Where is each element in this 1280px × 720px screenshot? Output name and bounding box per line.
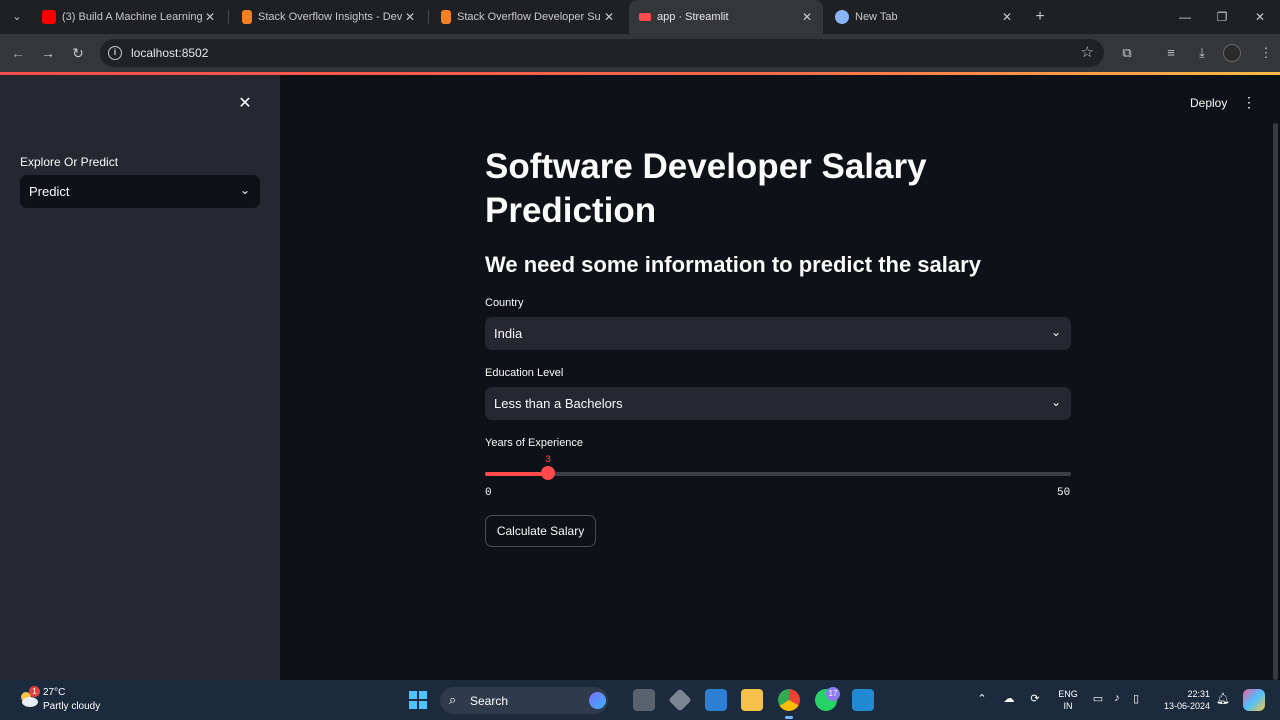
forward-arrow-icon[interactable]: → [38, 43, 58, 63]
window-close-icon[interactable]: ✕ [1241, 0, 1279, 34]
lang-line1: ENG [1058, 689, 1078, 699]
task-view-icon[interactable] [633, 689, 655, 711]
browser-tab-bar: ⌄ (3) Build A Machine Learning W ✕ Stack… [0, 0, 1280, 34]
experience-label: Years of Experience [485, 437, 584, 449]
language-indicator[interactable]: ENG IN [1058, 688, 1078, 712]
deploy-button[interactable]: Deploy [1190, 96, 1227, 110]
taskbar: 1 27°C Partly cloudy ⌕ Search 17 ⌃ ☁ ⟳ E… [0, 680, 1280, 720]
selected-value: India [494, 326, 523, 341]
sidebar: ✕ Explore Or Predict Predict ⌄ [0, 75, 280, 680]
chevron-down-icon: ⌄ [1050, 395, 1061, 409]
subheader: We need some information to predict the … [485, 252, 981, 277]
clock-time: 22:31 [1187, 689, 1210, 699]
copilot-icon[interactable] [589, 692, 606, 709]
tab-search-chevron-icon[interactable]: ⌄ [7, 7, 27, 27]
calculate-salary-button[interactable]: Calculate Salary [485, 515, 596, 547]
taskbar-search[interactable]: ⌕ Search [440, 687, 608, 714]
close-icon[interactable]: ✕ [799, 10, 815, 24]
main-content: Deploy ⋮ Software Developer Salary Predi… [280, 75, 1280, 680]
streamlit-icon [639, 13, 651, 21]
slider-thumb[interactable] [541, 466, 556, 480]
close-icon[interactable]: ✕ [402, 10, 418, 24]
maximize-icon[interactable]: ❐ [1203, 0, 1241, 34]
selected-value: Predict [29, 184, 70, 199]
close-icon[interactable]: ✕ [202, 10, 218, 24]
slider-fill [485, 472, 549, 476]
chevron-down-icon: ⌄ [1050, 325, 1061, 339]
volume-icon[interactable]: ♪ [1109, 692, 1125, 704]
tab-youtube[interactable]: (3) Build A Machine Learning W ✕ [32, 0, 226, 34]
clock[interactable]: 22:31 13-06-2024 [1158, 688, 1210, 712]
main-menu-icon[interactable]: ⋮ [1242, 94, 1256, 111]
selected-value: Less than a Bachelors [494, 396, 623, 411]
app-cube-icon[interactable] [668, 688, 692, 712]
sync-icon[interactable]: ⟳ [1027, 692, 1043, 705]
sidebar-select-label: Explore Or Predict [20, 155, 119, 169]
chrome-taskbar-icon[interactable] [778, 689, 800, 719]
reload-icon[interactable]: ↻ [68, 43, 88, 63]
chrome-menu-icon[interactable]: ⋮ [1256, 43, 1276, 63]
tab-title: New Tab [855, 11, 898, 23]
tab-streamlit-app[interactable]: app · Streamlit ✕ [629, 0, 823, 34]
scrollbar[interactable] [1273, 123, 1278, 680]
site-info-icon[interactable]: i [108, 46, 122, 60]
copilot-app-icon[interactable] [1243, 689, 1265, 711]
download-icon[interactable]: ⤓ [1192, 43, 1212, 63]
country-label: Country [485, 297, 524, 309]
vscode-icon[interactable] [852, 689, 874, 711]
country-select[interactable]: India ⌄ [485, 317, 1071, 350]
weather-badge: 1 [29, 686, 40, 697]
media-controls-icon[interactable]: ≡ [1161, 43, 1181, 63]
tab-divider [228, 10, 229, 24]
tab-title: (3) Build A Machine Learning W [62, 11, 202, 23]
onedrive-cloud-icon[interactable]: ☁ [1001, 692, 1017, 705]
stackoverflow-icon [242, 10, 252, 24]
back-arrow-icon[interactable]: ← [8, 43, 28, 63]
tab-stackoverflow-survey[interactable]: Stack Overflow Developer Surve ✕ [431, 0, 625, 34]
experience-slider[interactable] [485, 466, 1071, 480]
microsoft-store-icon[interactable] [705, 689, 727, 711]
notification-bell-icon[interactable]: 🔔︎ [1215, 692, 1231, 705]
whatsapp-badge: 17 [826, 687, 840, 701]
chevron-down-icon: ⌄ [239, 183, 250, 197]
close-sidebar-icon[interactable]: ✕ [236, 95, 254, 113]
explore-predict-select[interactable]: Predict ⌄ [20, 175, 260, 208]
url-text: localhost:8502 [131, 46, 209, 60]
weather-condition: Partly cloudy [43, 701, 101, 712]
stackoverflow-icon [441, 10, 451, 24]
tab-new-tab[interactable]: New Tab ✕ [825, 0, 1023, 34]
search-label: Search [470, 694, 509, 708]
close-icon[interactable]: ✕ [999, 10, 1015, 24]
address-bar[interactable]: i localhost:8502 ☆ [100, 39, 1104, 67]
extensions-icon[interactable]: ⧉ [1117, 43, 1137, 63]
tab-title: app · Streamlit [657, 11, 729, 23]
close-icon[interactable]: ✕ [601, 10, 617, 24]
tab-stackoverflow-insights[interactable]: Stack Overflow Insights - Devel ✕ [232, 0, 426, 34]
browser-toolbar: ← → ↻ i localhost:8502 ☆ ⧉ ≡ ⤓ ⋮ [0, 34, 1280, 72]
battery-icon[interactable]: ▯ [1128, 692, 1144, 705]
slider-min-label: 0 [485, 487, 492, 499]
page-title: Software Developer Salary Prediction [485, 147, 927, 230]
education-select[interactable]: Less than a Bachelors ⌄ [485, 387, 1071, 420]
slider-max-label: 50 [1057, 487, 1071, 499]
clock-date: 13-06-2024 [1163, 701, 1210, 711]
minimize-icon[interactable]: — [1166, 0, 1204, 34]
profile-avatar[interactable] [1223, 44, 1241, 62]
network-icon[interactable]: ▭ [1090, 692, 1106, 705]
chrome-icon [835, 10, 849, 24]
tab-divider [428, 10, 429, 24]
tab-title: Stack Overflow Insights - Devel [258, 11, 402, 23]
lang-line2: IN [1063, 701, 1073, 711]
slider-value-label: 3 [545, 455, 552, 466]
file-explorer-icon[interactable] [741, 689, 763, 711]
show-hidden-icons-chevron-icon[interactable]: ⌃ [974, 692, 990, 705]
temperature: 27°C [43, 687, 66, 698]
new-tab-plus-icon[interactable]: + [1029, 6, 1051, 28]
tab-title: Stack Overflow Developer Surve [457, 11, 601, 23]
bookmark-star-icon[interactable]: ☆ [1081, 43, 1094, 61]
search-icon: ⌕ [449, 692, 457, 707]
education-label: Education Level [485, 367, 564, 379]
youtube-icon [42, 10, 56, 24]
windows-start-icon[interactable] [409, 691, 427, 709]
